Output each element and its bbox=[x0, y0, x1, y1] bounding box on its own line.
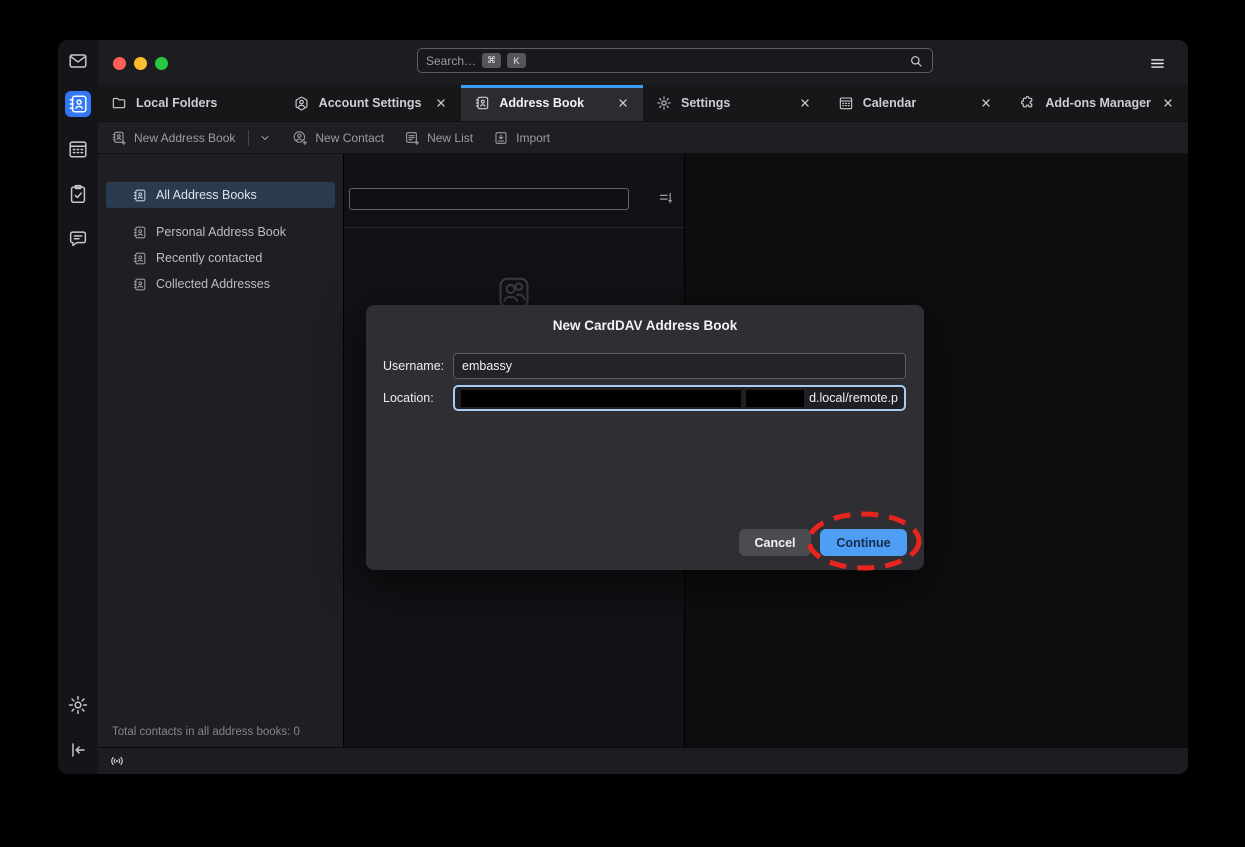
divider bbox=[106, 208, 335, 219]
minimize-window-button[interactable] bbox=[134, 57, 147, 70]
titlebar: Search… ⌘ K bbox=[98, 40, 1188, 85]
cancel-button[interactable]: Cancel bbox=[739, 529, 811, 556]
redaction-bar bbox=[461, 390, 741, 407]
sidebar-item-all-address-books[interactable]: All Address Books bbox=[106, 182, 335, 208]
import-label: Import bbox=[516, 131, 550, 145]
address-book-icon bbox=[132, 188, 147, 203]
status-bar bbox=[98, 747, 1188, 774]
sidebar-item-label: Personal Address Book bbox=[156, 225, 286, 239]
broadcast-status-icon bbox=[108, 752, 126, 770]
address-book-icon bbox=[67, 93, 89, 115]
address-book-icon bbox=[132, 277, 147, 292]
puzzle-icon bbox=[1019, 95, 1036, 112]
close-window-button[interactable] bbox=[113, 57, 126, 70]
calendar-icon bbox=[838, 95, 854, 111]
app-window: Search… ⌘ K Local Folders Account Settin… bbox=[58, 40, 1188, 774]
sidebar-item-label: Collected Addresses bbox=[156, 277, 270, 291]
new-list-label: New List bbox=[427, 131, 473, 145]
username-label: Username: bbox=[383, 359, 453, 373]
tab-label: Account Settings bbox=[319, 96, 422, 110]
contacts-list-header bbox=[344, 154, 684, 228]
location-visible-text: d.local/remote.p bbox=[809, 391, 898, 405]
collapse-toolbar-button[interactable] bbox=[65, 737, 91, 763]
address-book-space-button[interactable] bbox=[65, 91, 91, 117]
total-contacts-status: Total contacts in all address books: 0 bbox=[112, 726, 300, 738]
new-contact-icon bbox=[292, 130, 308, 146]
continue-button[interactable]: Continue bbox=[820, 529, 907, 556]
location-label: Location: bbox=[383, 391, 453, 405]
app-menu-button[interactable] bbox=[1149, 55, 1166, 72]
address-book-toolbar: New Address Book New Contact New List Im… bbox=[98, 122, 1188, 154]
tab-label: Settings bbox=[681, 96, 730, 110]
close-tab-icon[interactable] bbox=[798, 96, 812, 110]
tab-calendar[interactable]: Calendar bbox=[825, 85, 1007, 121]
new-contact-button[interactable]: New Contact bbox=[292, 130, 384, 146]
tasks-space-button[interactable] bbox=[65, 181, 91, 207]
tab-bar: Local Folders Account Settings Address B… bbox=[98, 85, 1188, 122]
close-tab-icon[interactable] bbox=[1161, 96, 1175, 110]
new-list-button[interactable]: New List bbox=[404, 130, 473, 146]
calendar-icon bbox=[67, 138, 89, 160]
mail-icon bbox=[67, 50, 89, 72]
dialog-title: New CardDAV Address Book bbox=[366, 305, 924, 333]
redaction-bar bbox=[746, 390, 804, 407]
cmd-key-badge: ⌘ bbox=[482, 53, 501, 68]
k-key-badge: K bbox=[507, 53, 526, 68]
location-field[interactable]: d.local/remote.p bbox=[453, 385, 906, 411]
new-contact-label: New Contact bbox=[315, 131, 384, 145]
import-button[interactable]: Import bbox=[493, 130, 550, 146]
tab-label: Local Folders bbox=[136, 96, 217, 110]
tasks-icon bbox=[67, 183, 89, 205]
mail-space-button[interactable] bbox=[65, 48, 91, 74]
sidebar-item-collected-addresses[interactable]: Collected Addresses bbox=[106, 271, 335, 297]
new-list-icon bbox=[404, 130, 420, 146]
traffic-lights bbox=[113, 57, 168, 70]
import-icon bbox=[493, 130, 509, 146]
address-book-icon bbox=[132, 251, 147, 266]
contacts-search-input[interactable] bbox=[349, 188, 629, 210]
settings-button[interactable] bbox=[65, 692, 91, 718]
close-tab-icon[interactable] bbox=[434, 96, 448, 110]
new-address-book-label: New Address Book bbox=[134, 131, 235, 145]
folder-icon bbox=[111, 95, 127, 111]
sidebar-item-recently-contacted[interactable]: Recently contacted bbox=[106, 245, 335, 271]
chevron-down-icon[interactable] bbox=[258, 131, 272, 145]
tab-label: Calendar bbox=[863, 96, 917, 110]
sidebar-item-personal-address-book[interactable]: Personal Address Book bbox=[106, 219, 335, 245]
chat-space-button[interactable] bbox=[65, 226, 91, 252]
new-carddav-dialog: New CardDAV Address Book Username: Locat… bbox=[366, 305, 924, 570]
tab-local-folders[interactable]: Local Folders bbox=[98, 85, 280, 121]
new-address-book-button[interactable]: New Address Book bbox=[111, 130, 272, 146]
close-tab-icon[interactable] bbox=[979, 96, 993, 110]
tab-address-book[interactable]: Address Book bbox=[461, 85, 643, 121]
gear-icon bbox=[656, 95, 672, 111]
calendar-space-button[interactable] bbox=[65, 136, 91, 162]
global-search-input[interactable]: Search… ⌘ K bbox=[417, 48, 933, 73]
tab-addons-manager[interactable]: Add-ons Manager bbox=[1006, 85, 1188, 121]
address-book-icon bbox=[132, 225, 147, 240]
tab-account-settings[interactable]: Account Settings bbox=[280, 85, 462, 121]
sidebar-item-label: All Address Books bbox=[156, 188, 257, 202]
search-icon bbox=[908, 53, 924, 69]
account-icon bbox=[293, 95, 310, 112]
close-tab-icon[interactable] bbox=[616, 96, 630, 110]
address-books-sidebar: All Address Books Personal Address Book … bbox=[98, 154, 343, 747]
collapse-icon bbox=[67, 739, 89, 761]
address-book-icon bbox=[474, 95, 490, 111]
spaces-toolbar bbox=[58, 40, 98, 774]
divider bbox=[248, 130, 249, 146]
username-field[interactable] bbox=[453, 353, 906, 379]
new-address-book-icon bbox=[111, 130, 127, 146]
chat-icon bbox=[67, 228, 89, 250]
gear-icon bbox=[67, 694, 89, 716]
tab-label: Address Book bbox=[499, 96, 584, 110]
zoom-window-button[interactable] bbox=[155, 57, 168, 70]
search-placeholder: Search… bbox=[426, 54, 476, 68]
display-options-icon[interactable] bbox=[657, 189, 675, 207]
sidebar-item-label: Recently contacted bbox=[156, 251, 262, 265]
tab-label: Add-ons Manager bbox=[1045, 96, 1151, 110]
tab-settings[interactable]: Settings bbox=[643, 85, 825, 121]
